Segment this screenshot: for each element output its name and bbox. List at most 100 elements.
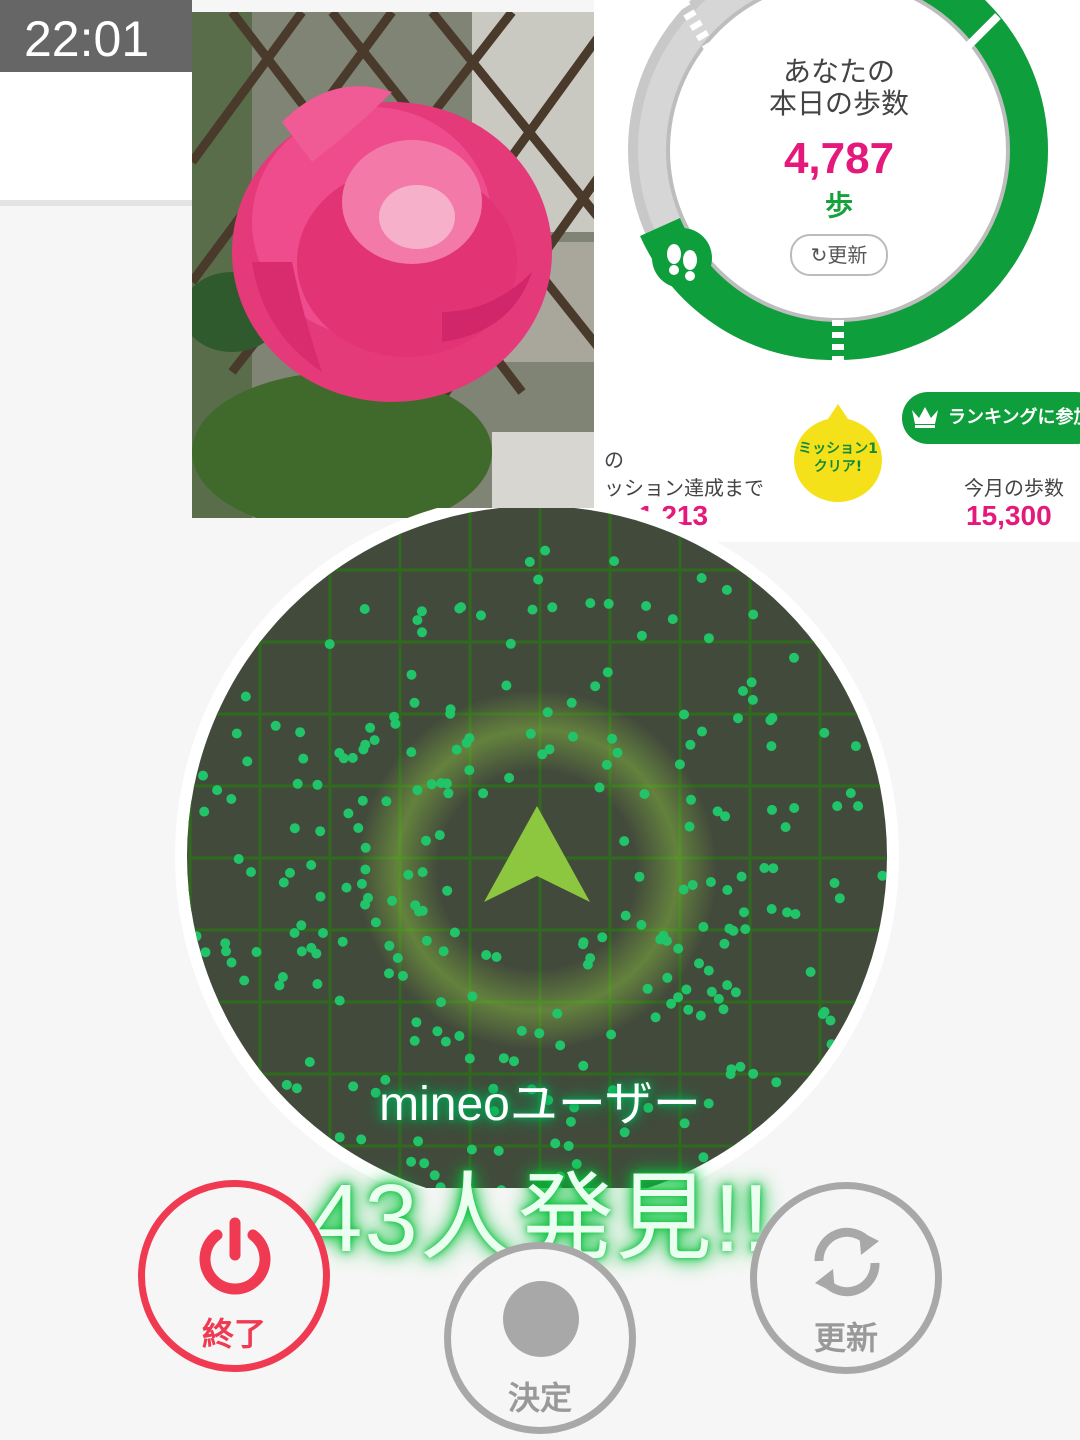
user-dot <box>607 733 618 744</box>
user-dot <box>337 936 348 947</box>
user-dot <box>719 938 730 949</box>
user-dot <box>877 870 887 881</box>
decide-button[interactable]: 決定 <box>444 1242 636 1434</box>
user-dot <box>686 794 696 805</box>
user-dot <box>767 713 778 723</box>
user-dot <box>667 614 678 625</box>
user-dot <box>411 1017 422 1028</box>
user-dot <box>312 779 323 790</box>
user-dot <box>501 680 512 691</box>
user-dot <box>636 630 647 641</box>
user-dot <box>585 598 596 609</box>
user-dot <box>634 871 645 882</box>
user-dot <box>619 836 630 847</box>
user-dot <box>768 863 779 874</box>
user-dot <box>555 1040 566 1051</box>
user-dot <box>620 910 631 921</box>
user-dot <box>491 952 502 962</box>
user-dot <box>498 1053 509 1064</box>
user-dot <box>747 694 758 705</box>
user-dot <box>674 759 685 770</box>
record-dot-icon <box>503 1281 579 1357</box>
user-dot <box>534 1028 545 1039</box>
user-dot <box>464 765 475 776</box>
user-dot <box>292 778 303 789</box>
user-dot <box>387 895 398 906</box>
mission-label-line1: の <box>604 448 624 472</box>
user-dot <box>666 998 677 1009</box>
user-dot <box>706 986 717 997</box>
sync-icon <box>814 1227 880 1297</box>
user-dot <box>636 919 647 930</box>
steps-today-value: 4,787 <box>783 134 895 183</box>
user-dot <box>443 788 454 799</box>
user-dot <box>642 983 653 994</box>
user-dot <box>426 779 437 790</box>
user-dot <box>819 727 830 738</box>
user-dot <box>347 752 358 763</box>
end-label: 終了 <box>201 1315 266 1353</box>
user-dot <box>467 991 478 1002</box>
user-dot <box>403 869 414 880</box>
user-dot <box>746 677 757 688</box>
user-dot <box>270 720 281 731</box>
user-dot <box>200 947 211 958</box>
user-dot <box>481 950 492 960</box>
user-dot <box>198 770 208 781</box>
user-dot <box>698 921 709 932</box>
user-dot <box>311 948 322 959</box>
user-dot <box>384 940 395 951</box>
user-dot <box>436 778 447 788</box>
user-dot <box>547 602 558 613</box>
user-dot <box>678 884 689 895</box>
user-dot <box>505 638 516 649</box>
user-dot <box>738 686 748 696</box>
user-dot <box>449 927 460 938</box>
user-dot <box>805 967 816 977</box>
user-dot <box>312 979 323 989</box>
status-time: 22:01 <box>0 0 192 72</box>
user-dot <box>212 785 223 796</box>
user-dot <box>421 935 432 946</box>
user-dot <box>845 788 856 799</box>
user-dot <box>544 744 555 755</box>
user-dot <box>334 995 345 1006</box>
power-icon <box>199 1217 271 1295</box>
user-dot <box>406 669 417 680</box>
user-dot <box>819 1006 830 1017</box>
user-dot <box>703 633 714 644</box>
user-dot <box>658 930 669 941</box>
update-button[interactable]: 更新 <box>750 1182 942 1374</box>
user-dot <box>681 984 692 995</box>
user-dot <box>527 604 538 615</box>
your-steps-label: あなたの 本日の歩数 <box>768 55 909 120</box>
user-dot <box>829 878 840 888</box>
month-steps-label: 今月の歩数 <box>964 476 1064 500</box>
user-dot <box>445 704 456 715</box>
user-dot <box>416 606 427 617</box>
user-dot <box>695 1010 706 1021</box>
user-dot <box>231 728 242 739</box>
user-dot <box>251 947 262 957</box>
user-dot <box>413 906 424 917</box>
user-dot <box>434 830 445 841</box>
user-dot <box>315 826 326 837</box>
user-dot <box>417 867 428 878</box>
user-dot <box>478 788 489 799</box>
user-dot <box>789 803 800 813</box>
user-dot <box>602 667 613 678</box>
user-dot <box>853 801 864 812</box>
user-dot <box>306 860 317 870</box>
refresh-steps-button[interactable]: ↻更新 <box>790 234 888 276</box>
user-dot <box>694 958 704 969</box>
user-dot <box>353 823 364 833</box>
user-dot <box>398 970 408 981</box>
end-button[interactable]: 終了 <box>138 1180 330 1372</box>
user-dot <box>641 601 652 611</box>
user-dot <box>782 907 793 918</box>
user-dot <box>438 946 449 957</box>
user-dot <box>730 987 741 998</box>
user-dot <box>705 877 716 887</box>
month-steps-value: 15,300 <box>966 500 1052 531</box>
user-dot <box>246 867 256 877</box>
